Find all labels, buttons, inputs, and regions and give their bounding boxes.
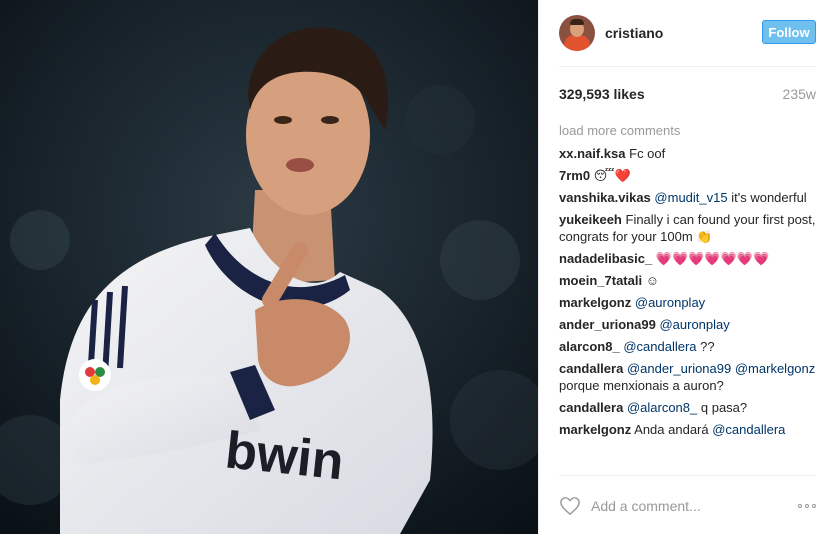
comment: candallera @ander_uriona99 @markelgonz p… (559, 360, 820, 394)
comment-user[interactable]: vanshika.vikas (559, 190, 651, 205)
comment: yukeikeeh Finally i can found your first… (559, 211, 820, 245)
follow-button[interactable]: Follow (762, 20, 816, 44)
comment-mention[interactable]: @markelgonz (735, 361, 815, 376)
comment-mention[interactable]: @auronplay (659, 317, 729, 332)
comment-footer: Add a comment... (559, 475, 816, 534)
comment-mention[interactable]: @candallera (623, 339, 696, 354)
instagram-post: bwin cristiano Follow 329,593 likes 235w… (0, 0, 836, 534)
comments-list: load more comments xx.naif.ksa Fc oof 7r… (559, 122, 820, 443)
player-photo-illustration: bwin (0, 0, 538, 534)
heart-outline-icon[interactable] (559, 496, 581, 516)
post-side-panel: cristiano Follow 329,593 likes 235w load… (538, 0, 836, 534)
load-more-comments[interactable]: load more comments (559, 122, 820, 139)
comment-text: Fc oof (629, 146, 666, 161)
comment-text: porque menxionais a auron? (559, 378, 724, 393)
comment-text: 💗💗💗💗💗💗💗 (655, 251, 770, 266)
sponsor-text: bwin (223, 421, 347, 491)
comment: markelgonz Anda andará @candallera (559, 421, 820, 438)
comment-text: Anda andará (634, 422, 709, 437)
post-photo[interactable]: bwin (0, 0, 538, 534)
add-comment-input[interactable]: Add a comment... (591, 498, 701, 514)
comment-mention[interactable]: @alarcon8_ (627, 400, 697, 415)
comment: moein_7tatali ☺ (559, 272, 820, 289)
comment-user[interactable]: candallera (559, 400, 623, 415)
comment-mention[interactable]: @mudit_v15 (654, 190, 727, 205)
comment-user[interactable]: yukeikeeh (559, 212, 622, 227)
comment-user[interactable]: moein_7tatali (559, 273, 642, 288)
comment-text: 😴❤️ (593, 168, 631, 183)
comment: vanshika.vikas @mudit_v15 it's wonderful (559, 189, 820, 206)
comment-user[interactable]: markelgonz (559, 422, 631, 437)
comment-mention[interactable]: @auronplay (635, 295, 705, 310)
comment: candallera @alarcon8_ q pasa? (559, 399, 820, 416)
divider (559, 66, 816, 67)
comment-user[interactable]: markelgonz (559, 295, 631, 310)
comment-user[interactable]: nadadelibasic_ (559, 251, 652, 266)
comment-user[interactable]: 7rm0 (559, 168, 590, 183)
likes-row: 329,593 likes 235w (559, 86, 816, 104)
comment-mention[interactable]: @ander_uriona99 (627, 361, 731, 376)
comment: 7rm0 😴❤️ (559, 167, 820, 184)
comment: nadadelibasic_ 💗💗💗💗💗💗💗 (559, 250, 820, 267)
avatar[interactable] (559, 15, 595, 51)
likes-count[interactable]: 329,593 likes (559, 86, 645, 102)
comment: xx.naif.ksa Fc oof (559, 145, 820, 162)
comment: markelgonz @auronplay (559, 294, 820, 311)
comment-text: ?? (700, 339, 715, 354)
username[interactable]: cristiano (605, 25, 663, 41)
comment-text: q pasa? (700, 400, 748, 415)
comment-user[interactable]: ander_uriona99 (559, 317, 656, 332)
comment: ander_uriona99 @auronplay (559, 316, 820, 333)
post-age[interactable]: 235w (783, 86, 816, 102)
more-options-icon[interactable] (798, 504, 816, 508)
comment-text: ☺ (645, 273, 659, 288)
post-header: cristiano Follow (559, 12, 816, 54)
comment-user[interactable]: candallera (559, 361, 623, 376)
comment: alarcon8_ @candallera ?? (559, 338, 820, 355)
comment-text: it's wonderful (731, 190, 807, 205)
comment-user[interactable]: xx.naif.ksa (559, 146, 626, 161)
comment-user[interactable]: alarcon8_ (559, 339, 620, 354)
comment-mention[interactable]: @candallera (712, 422, 785, 437)
